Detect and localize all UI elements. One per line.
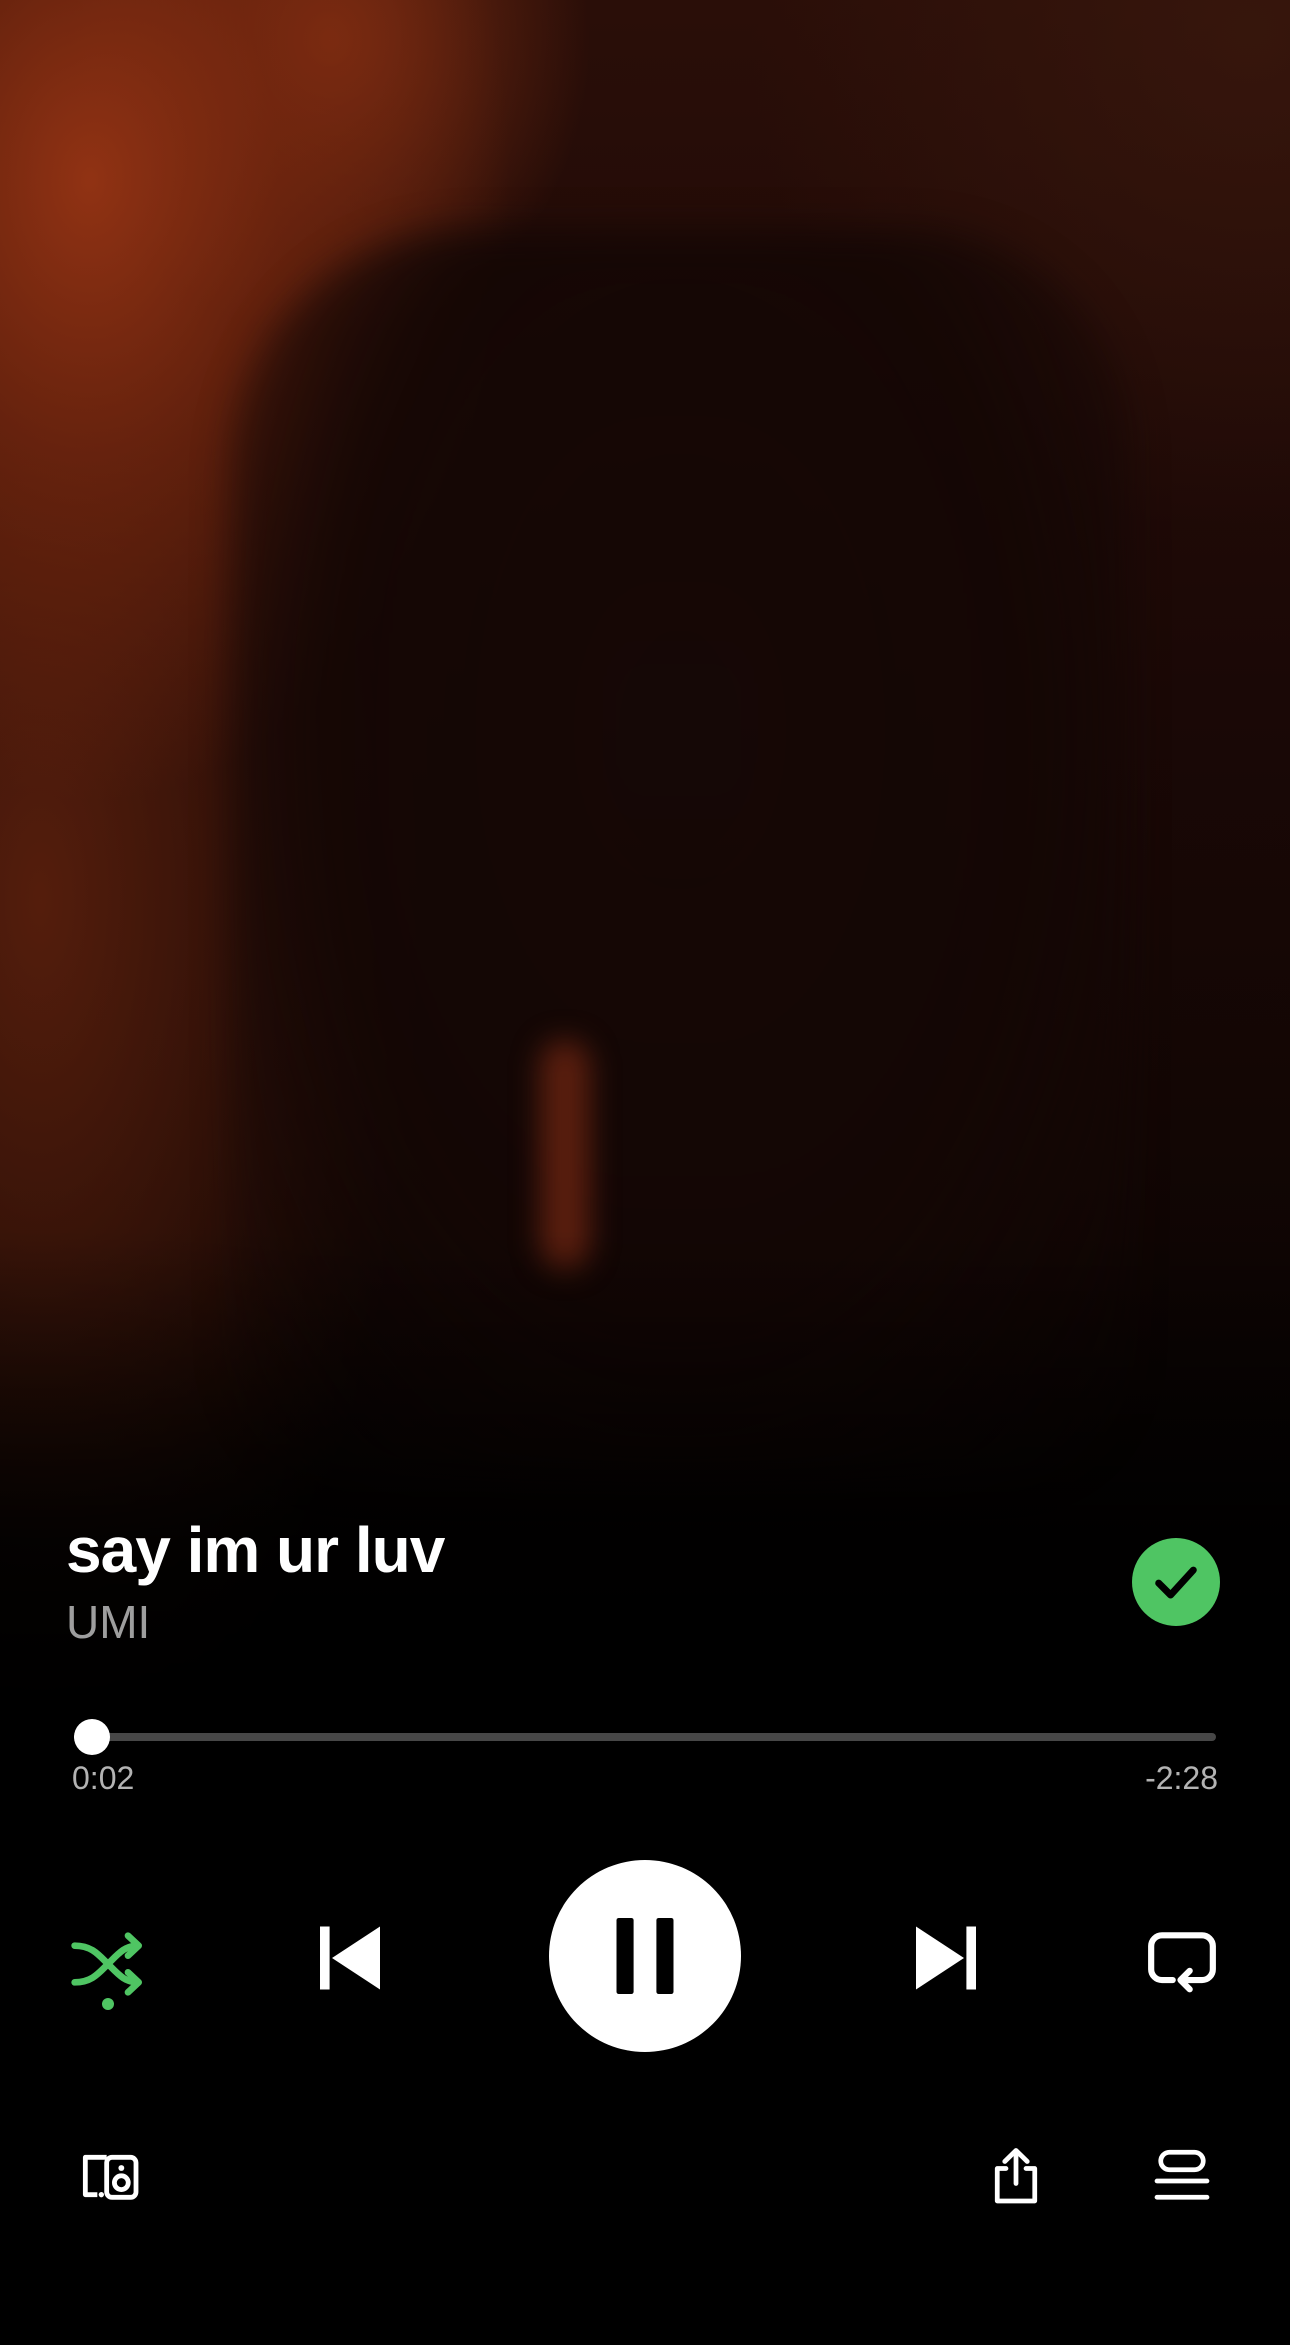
bottom-actions — [0, 2140, 1290, 2220]
check-icon — [1155, 1566, 1197, 1599]
now-playing-screen: say im ur luv UMI 0:02 -2:28 — [0, 0, 1290, 2345]
skip-previous-icon — [320, 1926, 380, 1990]
connect-devices-icon — [82, 2154, 139, 2200]
shuffle-icon — [71, 1932, 143, 1996]
repeat-button[interactable] — [1134, 1912, 1230, 2008]
progress-track — [74, 1733, 1216, 1741]
saved-to-library-button[interactable] — [1132, 1538, 1220, 1626]
connect-devices-button[interactable] — [76, 2140, 148, 2212]
share-button[interactable] — [980, 2140, 1052, 2212]
remaining-time: -2:28 — [1145, 1760, 1218, 1796]
repeat-icon — [1148, 1932, 1216, 1993]
queue-button[interactable] — [1146, 2140, 1218, 2212]
progress-thumb[interactable] — [74, 1719, 110, 1755]
skip-next-icon — [916, 1926, 976, 1990]
elapsed-time: 0:02 — [72, 1760, 135, 1796]
share-icon — [994, 2148, 1038, 2204]
track-info[interactable]: say im ur luv UMI — [66, 1510, 1066, 1652]
shuffle-active-indicator — [102, 1998, 114, 2010]
pause-icon — [616, 1918, 674, 1994]
artwork-fade — [0, 1230, 1290, 1750]
queue-icon — [1154, 2149, 1210, 2200]
track-artist[interactable]: UMI — [66, 1592, 1066, 1652]
pause-button[interactable] — [549, 1860, 741, 2052]
canvas-artwork — [0, 0, 1290, 1750]
track-title[interactable]: say im ur luv — [66, 1510, 1066, 1590]
playback-controls — [0, 1860, 1290, 2056]
progress-bar[interactable] — [74, 1719, 1216, 1755]
previous-button[interactable] — [300, 1908, 400, 2008]
next-button[interactable] — [896, 1908, 996, 2008]
